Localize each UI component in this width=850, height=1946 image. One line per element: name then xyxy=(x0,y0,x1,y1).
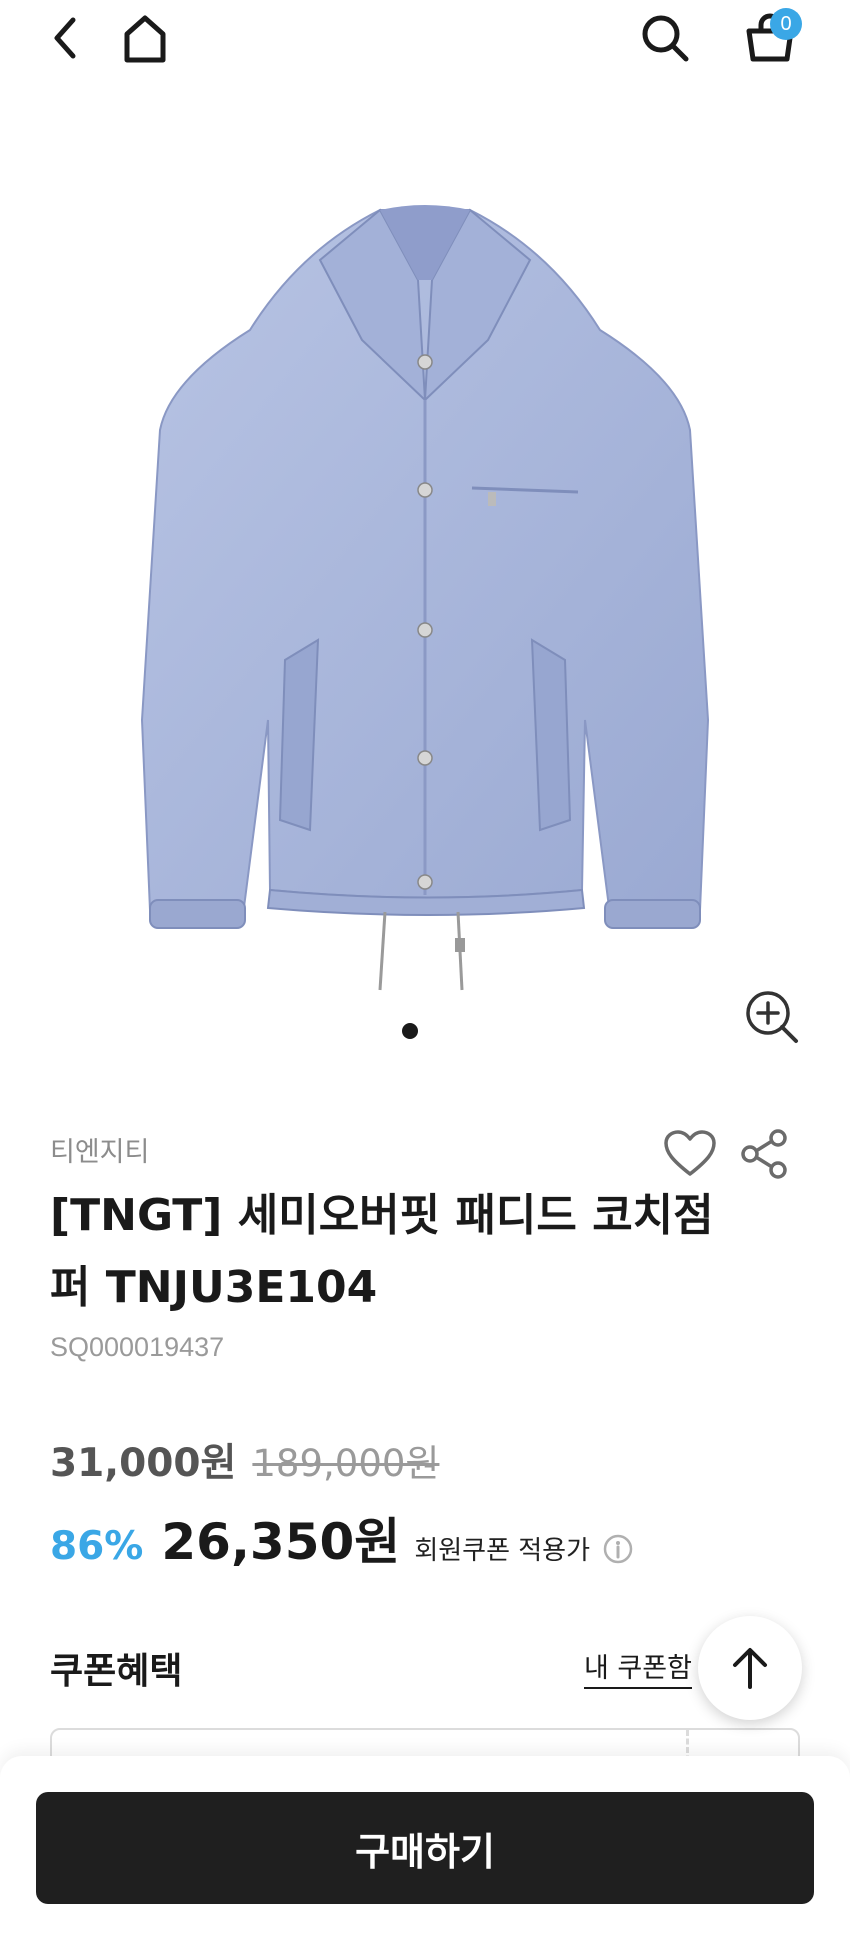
wishlist-button[interactable] xyxy=(662,1128,718,1180)
zoom-in-icon xyxy=(746,991,798,1043)
price-row: 31,000원 189,000원 xyxy=(50,1432,439,1488)
product-title: [TNGT] 세미오버핏 패디드 코치점퍼 TNJU3E104 xyxy=(50,1190,714,1313)
share-button[interactable] xyxy=(736,1126,792,1182)
coupon-applied-price: 26,350원 xyxy=(161,1513,401,1571)
cart-button[interactable]: 0 xyxy=(730,4,810,70)
chevron-left-icon xyxy=(54,17,76,59)
arrow-up-icon xyxy=(733,1648,767,1689)
coupon-price-row: 86% 26,350원 회원쿠폰 적용가 xyxy=(50,1502,634,1574)
my-coupon-link[interactable]: 내 쿠폰함 xyxy=(584,1646,692,1689)
share-icon xyxy=(741,1129,787,1179)
coupon-price-label: 회원쿠폰 적용가 xyxy=(414,1536,591,1566)
product-image-gallery[interactable] xyxy=(0,100,850,1080)
discount-rate: 86% xyxy=(50,1524,144,1569)
cart-count-badge: 0 xyxy=(770,8,802,40)
bottom-action-bar: 구매하기 xyxy=(0,1756,850,1946)
buy-button[interactable]: 구매하기 xyxy=(36,1792,814,1904)
heart-icon xyxy=(664,1130,716,1176)
product-sku: SQ000019437 xyxy=(50,1332,225,1362)
home-button[interactable] xyxy=(115,8,175,68)
info-icon[interactable] xyxy=(602,1533,634,1565)
search-button[interactable] xyxy=(630,8,700,68)
product-image xyxy=(140,205,710,991)
brand-name[interactable]: 티엔지티 xyxy=(50,1130,149,1169)
carousel-indicator-dot[interactable] xyxy=(402,1023,418,1039)
home-icon xyxy=(124,15,166,63)
coupon-benefits-heading: 쿠폰혜택 xyxy=(50,1651,183,1692)
top-navigation-bar: 0 xyxy=(0,0,850,100)
search-icon xyxy=(642,15,689,62)
sale-price: 31,000원 xyxy=(50,1441,237,1486)
original-price: 189,000원 xyxy=(252,1442,440,1485)
scroll-to-top-button[interactable] xyxy=(698,1616,802,1720)
back-button[interactable] xyxy=(40,8,90,68)
zoom-button[interactable] xyxy=(740,985,804,1049)
